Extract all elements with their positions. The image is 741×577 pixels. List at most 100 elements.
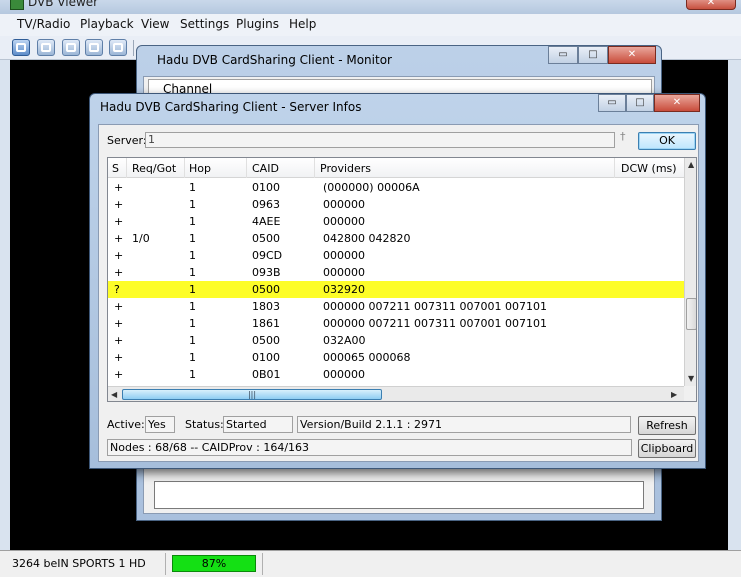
navigate-toolbar-icon[interactable] [37, 39, 55, 56]
table-row[interactable]: +1 1803 000000 007211 007311 007001 007101 [108, 298, 684, 315]
cell-providers: 042800 042820 [323, 232, 411, 245]
scroll-right-icon[interactable]: ▶ [671, 390, 677, 399]
cell-hop: 1 [189, 181, 196, 194]
menu-settings[interactable]: Settings [180, 17, 229, 31]
menu-help[interactable]: Help [289, 17, 316, 31]
column-header-caid[interactable]: CAID [252, 162, 279, 175]
pin-icon[interactable]: † [620, 130, 634, 146]
table-row[interactable]: +1 0500 032A00 [108, 332, 684, 349]
table-row[interactable]: +1 093B 000000 [108, 264, 684, 281]
cell-providers: 000000 007211 007311 007001 007101 [323, 300, 547, 313]
server-infos-close-button[interactable]: ✕ [654, 94, 700, 112]
cell-caid: 0500 [252, 232, 280, 245]
menu-tvradio[interactable]: TV/Radio [17, 17, 70, 31]
table-row[interactable]: +1 0963 000000 [108, 196, 684, 213]
cell-s: ? [114, 283, 120, 296]
cell-providers: 000000 [323, 249, 365, 262]
server-providers-list[interactable]: S Req/Got Hop CAID Providers DCW (ms) +1… [107, 157, 697, 402]
cell-s: + [114, 232, 124, 245]
column-divider [184, 158, 185, 178]
status-divider [262, 553, 263, 575]
monitor-close-button[interactable]: ✕ [608, 46, 656, 64]
column-header-hop[interactable]: Hop [189, 162, 211, 175]
table-row[interactable]: +1/0 1 0500 042800 042820 [108, 230, 684, 247]
clipboard-button[interactable]: Clipboard [638, 439, 696, 458]
column-header-dcw[interactable]: DCW (ms) [621, 162, 677, 175]
menu-view[interactable]: View [141, 17, 169, 31]
cell-caid: 093B [252, 266, 281, 279]
menu-plugins[interactable]: Plugins [236, 17, 279, 31]
horizontal-scroll-thumb[interactable]: ||| [122, 389, 382, 400]
monitor-maximize-button[interactable]: □ [578, 46, 608, 64]
cell-caid: 4AEE [252, 215, 281, 228]
horizontal-scrollbar[interactable]: ◀ ||| ▶ [108, 386, 684, 401]
vertical-scroll-thumb[interactable] [686, 298, 696, 330]
active-label: Active: [107, 418, 145, 431]
cell-hop: 1 [189, 351, 196, 364]
cell-reqgot: 1/0 [132, 232, 150, 245]
cell-hop: 1 [189, 368, 196, 381]
column-divider [246, 158, 247, 178]
status-value: Started [223, 416, 293, 433]
menu-playback[interactable]: Playback [80, 17, 134, 31]
cell-caid: 0100 [252, 351, 280, 364]
cell-s: + [114, 368, 124, 381]
refresh-button[interactable]: Refresh [638, 416, 696, 435]
list-header: S Req/Got Hop CAID Providers DCW (ms) [108, 158, 684, 178]
cell-providers: 032920 [323, 283, 365, 296]
server-input[interactable]: 1 [145, 132, 615, 148]
dvb-window-title: DVB Viewer [28, 0, 99, 9]
cell-s: + [114, 300, 124, 313]
cell-providers: 000000 [323, 368, 365, 381]
cell-providers: 000000 [323, 215, 365, 228]
cell-hop: 1 [189, 266, 196, 279]
fullscreen-toolbar-icon[interactable] [12, 39, 30, 56]
cell-caid: 0500 [252, 283, 280, 296]
cell-hop: 1 [189, 215, 196, 228]
cell-providers: (000000) 00006A [323, 181, 420, 194]
table-row[interactable]: +1 1861 000000 007211 007311 007001 007101 [108, 315, 684, 332]
vertical-scrollbar[interactable]: ▲ ▼ [684, 158, 696, 386]
column-divider [614, 158, 615, 178]
column-header-providers[interactable]: Providers [320, 162, 371, 175]
table-row[interactable]: +1 09CD 000000 [108, 247, 684, 264]
scroll-down-icon[interactable]: ▼ [688, 374, 694, 383]
server-infos-maximize-button[interactable]: □ [626, 94, 654, 112]
epg-toolbar-icon[interactable] [109, 39, 127, 56]
table-row[interactable]: ? 1 0500 032920 [108, 281, 684, 298]
cell-hop: 1 [189, 249, 196, 262]
cell-hop: 1 [189, 232, 196, 245]
list-toolbar-icon[interactable] [85, 39, 103, 56]
cell-caid: 1803 [252, 300, 280, 313]
dvb-statusbar: 3264 beIN SPORTS 1 HD 87% [0, 550, 741, 577]
server-label: Server: [107, 134, 147, 147]
monitor-window-title: Hadu DVB CardSharing Client - Monitor [157, 53, 392, 67]
cell-providers: 000000 [323, 198, 365, 211]
cell-s: + [114, 181, 124, 194]
table-row[interactable]: +1 0100 (000000) 00006A [108, 179, 684, 196]
cell-caid: 1861 [252, 317, 280, 330]
table-row[interactable]: +1 4AEE 000000 [108, 213, 684, 230]
ok-button[interactable]: OK [638, 132, 696, 150]
status-divider [165, 553, 166, 575]
cell-providers: 000000 [323, 266, 365, 279]
cell-caid: 0500 [252, 334, 280, 347]
scroll-up-icon[interactable]: ▲ [688, 160, 694, 169]
column-header-s[interactable]: S [112, 162, 119, 175]
cell-caid: 09CD [252, 249, 283, 262]
scroll-left-icon[interactable]: ◀ [111, 390, 117, 399]
dvb-menubar: TV/Radio Playback View Settings Plugins … [0, 14, 741, 36]
table-row[interactable]: +1 0B01 000000 [108, 366, 684, 383]
column-header-reqgot[interactable]: Req/Got [132, 162, 176, 175]
dvb-close-button[interactable]: ✕ [686, 0, 736, 10]
table-row[interactable]: +1 0100 000065 000068 [108, 349, 684, 366]
status-channel-name: 3264 beIN SPORTS 1 HD [12, 557, 146, 570]
server-infos-minimize-button[interactable]: ▭ [598, 94, 626, 112]
channel-toolbar-icon[interactable] [62, 39, 80, 56]
cell-s: + [114, 249, 124, 262]
cell-hop: 1 [189, 283, 196, 296]
cell-hop: 1 [189, 317, 196, 330]
cell-s: + [114, 351, 124, 364]
dvb-right-frame [728, 60, 741, 550]
monitor-minimize-button[interactable]: ▭ [548, 46, 578, 64]
